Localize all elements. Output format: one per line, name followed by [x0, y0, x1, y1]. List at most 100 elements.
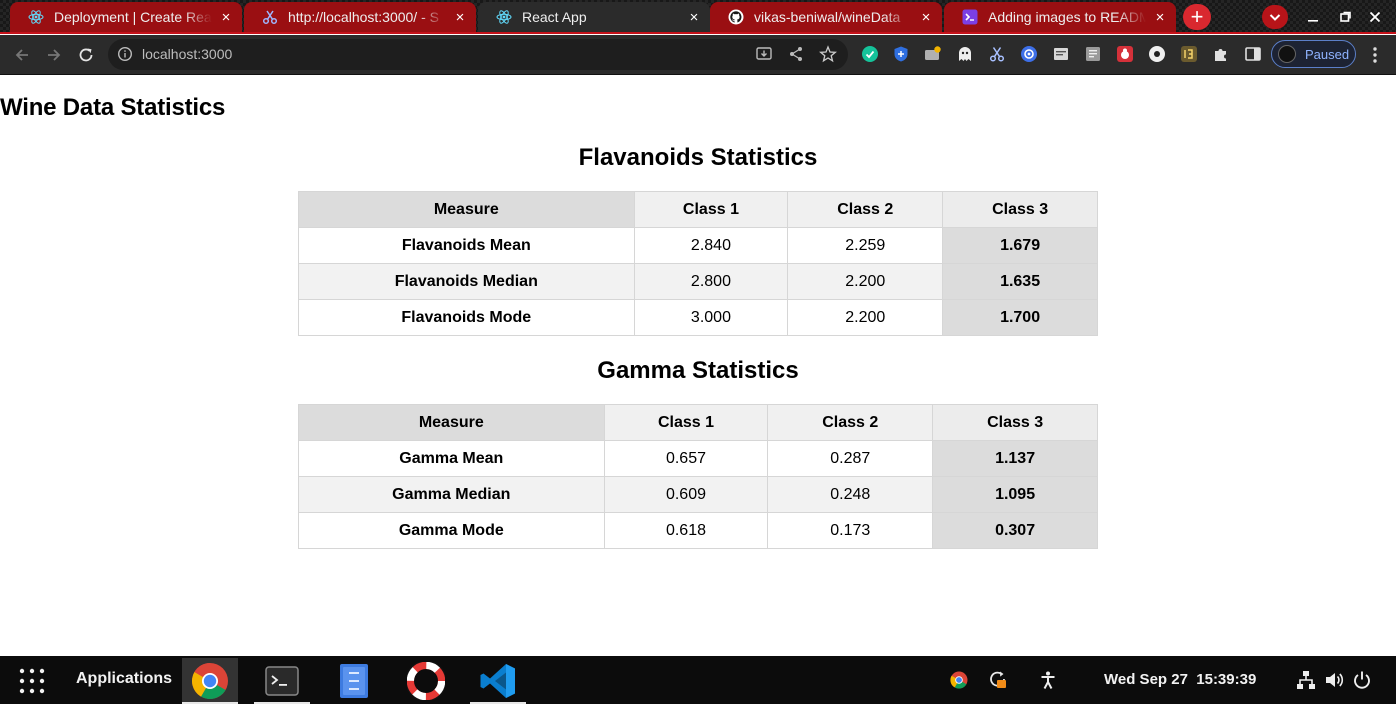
github-icon — [728, 9, 744, 25]
address-bar[interactable]: localhost:3000 — [108, 39, 848, 70]
back-button[interactable] — [10, 43, 34, 67]
close-tab-icon[interactable]: × — [1152, 9, 1168, 26]
table-header-row: Measure Class 1 Class 2 Class 3 — [298, 404, 1098, 441]
gamma-stats-table: Measure Class 1 Class 2 Class 3 Gamma Me… — [298, 404, 1098, 549]
bookmark-star-icon[interactable] — [819, 45, 837, 63]
reload-button[interactable] — [74, 43, 98, 67]
taskbar-terminal[interactable] — [254, 658, 310, 704]
taskbar-vscode[interactable] — [470, 658, 526, 704]
update-tray-icon[interactable] — [988, 670, 1008, 690]
tab-title: vikas-beniwal/wineData — [754, 9, 901, 25]
column-header-measure: Measure — [298, 191, 635, 228]
close-tab-icon[interactable]: × — [452, 9, 468, 26]
value-cell: 2.200 — [787, 299, 944, 336]
value-cell: 1.700 — [942, 299, 1098, 336]
close-window-button[interactable] — [1363, 6, 1387, 28]
badge-extension-icon[interactable] — [1180, 45, 1198, 63]
ghost-extension-icon[interactable] — [956, 45, 974, 63]
column-header-class-3: Class 3 — [932, 404, 1098, 441]
tab-adding-images-readme[interactable]: Adding images to READM × — [944, 2, 1176, 32]
tab-deployment[interactable]: Deployment | Create Rea × — [10, 2, 242, 32]
close-tab-icon[interactable]: × — [218, 9, 234, 26]
measure-cell: Gamma Mode — [298, 512, 605, 549]
file-manager-icon — [340, 664, 368, 698]
vscode-icon — [480, 664, 515, 698]
close-icon — [1369, 11, 1381, 23]
puzzle-extensions-icon[interactable] — [1212, 45, 1230, 63]
share-icon[interactable] — [787, 45, 805, 63]
scissors-extension-icon[interactable] — [988, 45, 1006, 63]
value-cell: 2.800 — [633, 263, 789, 300]
chrome-tray-icon[interactable] — [949, 670, 969, 690]
value-cell: 3.000 — [633, 299, 789, 336]
url-text[interactable]: localhost:3000 — [142, 46, 232, 62]
column-header-class-2: Class 2 — [787, 191, 944, 228]
applications-menu[interactable]: Applications — [76, 670, 172, 688]
value-cell: 2.259 — [787, 227, 944, 264]
profile-button[interactable]: Paused — [1271, 40, 1356, 68]
system-clock[interactable]: Wed Sep 27 15:39:39 — [1104, 671, 1256, 688]
browser-toolbar: localhost:3000 Paused — [0, 35, 1396, 75]
volume-icon[interactable] — [1324, 670, 1344, 690]
value-cell: 1.635 — [942, 263, 1098, 300]
compass-extension-icon[interactable] — [1020, 45, 1038, 63]
close-tab-icon[interactable]: × — [918, 9, 934, 26]
value-cell: 0.173 — [767, 512, 934, 549]
tab-title: Deployment | Create Rea — [54, 9, 212, 25]
terminal-prompt-icon — [962, 9, 978, 25]
profile-status-label: Paused — [1305, 47, 1350, 62]
install-app-icon[interactable] — [755, 45, 773, 63]
measure-cell: Gamma Mean — [298, 440, 605, 477]
tab-react-app[interactable]: React App × — [478, 2, 710, 32]
column-header-measure: Measure — [298, 404, 605, 441]
grammarly-extension-icon[interactable] — [861, 45, 879, 63]
document-extension-icon[interactable] — [1084, 45, 1102, 63]
measure-cell: Gamma Median — [298, 476, 605, 513]
notes-extension-icon[interactable] — [1052, 45, 1070, 63]
arrow-right-icon — [48, 49, 61, 61]
restore-button[interactable] — [1333, 6, 1357, 28]
shield-extension-icon[interactable] — [892, 45, 910, 63]
react-icon — [496, 9, 512, 25]
value-cell: 2.840 — [633, 227, 789, 264]
value-cell: 1.095 — [932, 476, 1098, 513]
value-cell: 2.200 — [787, 263, 944, 300]
value-cell: 1.679 — [942, 227, 1098, 264]
tab-title: React App — [522, 9, 587, 25]
close-tab-icon[interactable]: × — [686, 9, 702, 26]
value-cell: 0.248 — [767, 476, 934, 513]
app-grid-icon[interactable] — [18, 667, 46, 695]
bug-extension-icon[interactable] — [1116, 45, 1134, 63]
folder-extension-icon[interactable] — [924, 45, 942, 63]
browser-menu-button[interactable] — [1366, 44, 1384, 66]
tab-localhost-snip[interactable]: http://localhost:3000/ - S × — [244, 2, 476, 32]
forward-button[interactable] — [42, 43, 66, 67]
taskbar-help[interactable] — [398, 658, 454, 704]
column-header-class-1: Class 1 — [603, 404, 769, 441]
value-cell: 1.137 — [932, 440, 1098, 477]
restore-icon — [1340, 11, 1351, 22]
taskbar-chrome[interactable] — [182, 658, 238, 704]
site-info-icon[interactable] — [116, 45, 134, 63]
new-tab-button[interactable]: + — [1183, 4, 1211, 30]
taskbar-files[interactable] — [326, 658, 382, 704]
circle-extension-icon[interactable] — [1148, 45, 1166, 63]
gamma-section-title: Gamma Statistics — [597, 357, 799, 384]
power-icon[interactable] — [1352, 670, 1372, 690]
table-row: Gamma Median 0.609 0.248 1.095 — [298, 476, 1098, 513]
browser-tab-strip: Deployment | Create Rea × http://localho… — [0, 0, 1396, 34]
terminal-icon — [265, 666, 299, 696]
tab-search-button[interactable] — [1262, 5, 1288, 29]
web-page: Wine Data Statistics Flavanoids Statisti… — [0, 75, 1396, 656]
scissors-icon — [262, 9, 278, 25]
value-cell: 0.657 — [603, 440, 769, 477]
side-panel-icon[interactable] — [1244, 45, 1262, 63]
value-cell: 0.609 — [603, 476, 769, 513]
accessibility-icon[interactable] — [1038, 670, 1058, 690]
minimize-button[interactable] — [1301, 6, 1325, 28]
value-cell: 0.307 — [932, 512, 1098, 549]
network-icon[interactable] — [1296, 670, 1316, 690]
table-row: Gamma Mode 0.618 0.173 0.307 — [298, 512, 1098, 549]
tab-title: http://localhost:3000/ - S — [288, 9, 439, 25]
tab-github-winedata[interactable]: vikas-beniwal/wineData × — [710, 2, 942, 32]
